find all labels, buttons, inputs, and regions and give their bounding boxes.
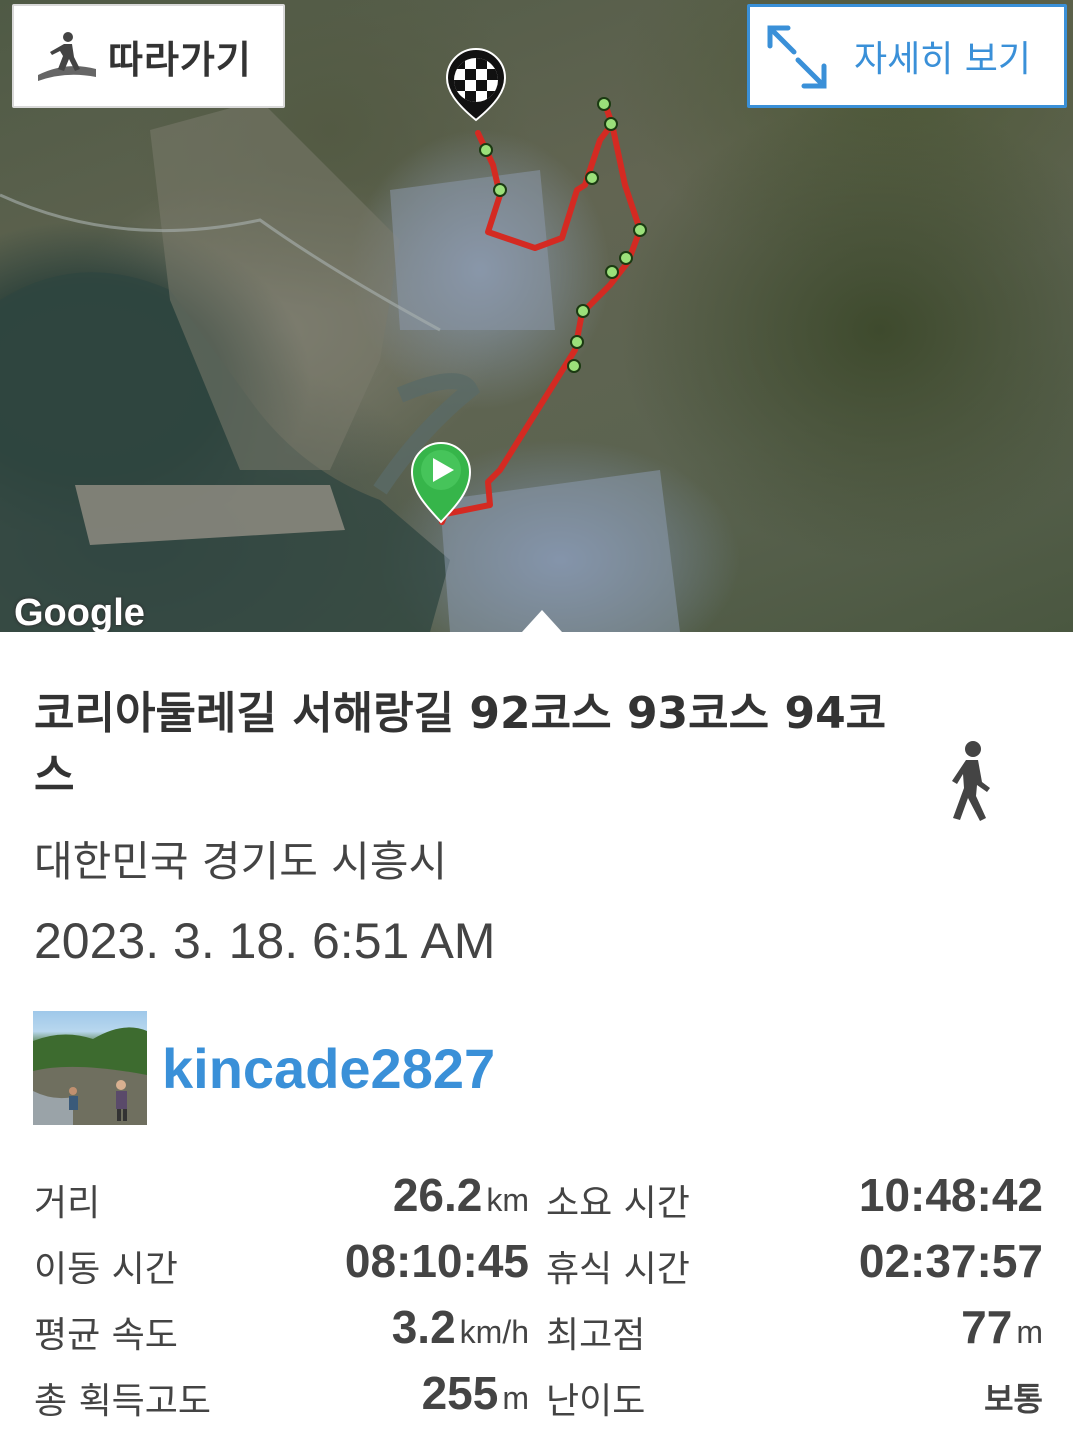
follow-label: 따라가기 [108,37,252,82]
map-pointer-notch [522,610,562,632]
view-details-label: 자세히 보기 [854,39,1032,80]
city-area-north [390,170,555,330]
distance-value-group: 26.2 km [393,1168,529,1222]
rest-time-value-group: 02:37:57 [859,1234,1043,1288]
waypoint-marker[interactable] [570,335,584,349]
avg-speed-label: 평균 속도 [34,1315,178,1356]
view-details-button[interactable]: 자세히 보기 [747,4,1067,108]
follow-button[interactable]: 따라가기 [12,4,285,108]
max-altitude-value-group: 77 m [961,1300,1043,1354]
distance-value: 26.2 [392,1169,483,1221]
difficulty-label: 난이도 [546,1381,646,1422]
waypoint-marker[interactable] [605,265,619,279]
moving-time-label: 이동 시간 [34,1249,178,1290]
trail-datetime: 2023. 3. 18. 6:51 AM [34,913,496,969]
max-altitude-label: 최고점 [546,1315,646,1356]
total-ascent-unit: m [502,1380,529,1416]
max-altitude-unit: m [1016,1314,1043,1350]
waypoint-marker[interactable] [567,359,581,373]
city-area [440,470,680,632]
waypoint-marker[interactable] [576,304,590,318]
stats-table: 거리 26.2 km 소요 시간 10:48:42 이동 시간 08:10:45… [34,1164,1049,1428]
rest-time-label: 휴식 시간 [546,1249,690,1290]
distance-unit: km [486,1182,529,1218]
waypoint-marker[interactable] [604,117,618,131]
avg-speed-value-group: 3.2 km/h [392,1300,529,1354]
finish-flag-icon[interactable] [445,48,507,122]
expand-icon [767,25,827,89]
avatar[interactable] [33,1011,147,1125]
trail-title: 코리아둘레길 서해랑길 92코스 93코스 94코스 [34,688,887,801]
moving-time-value-group: 08:10:45 [345,1234,529,1288]
stat-row: 이동 시간 08:10:45 휴식 시간 02:37:57 [34,1230,1049,1296]
walker-on-path-icon [38,32,96,81]
total-ascent-value: 255 [421,1367,499,1419]
waypoint-marker[interactable] [597,97,611,111]
trail-location: 대한민국 경기도 시흥시 [34,837,448,886]
avg-speed-value: 3.2 [391,1301,456,1353]
stat-row: 평균 속도 3.2 km/h 최고점 77 m [34,1296,1049,1362]
moving-time-value: 08:10:45 [344,1235,529,1287]
waypoint-marker[interactable] [619,251,633,265]
total-ascent-label: 총 획득고도 [34,1381,212,1422]
total-time-value: 10:48:42 [858,1169,1043,1221]
stat-row: 총 획득고도 255 m 난이도 보통 [34,1362,1049,1428]
avg-speed-unit: km/h [459,1314,529,1350]
difficulty-value: 보통 [984,1380,1043,1418]
difficulty-value-group: 보통 [984,1366,1043,1420]
route-map[interactable]: 따라가기 자세히 보기 Google [0,0,1073,632]
stat-row: 거리 26.2 km 소요 시간 10:48:42 [34,1164,1049,1230]
rest-time-value: 02:37:57 [858,1235,1043,1287]
total-time-value-group: 10:48:42 [859,1168,1043,1222]
total-time-label: 소요 시간 [546,1183,690,1224]
waypoint-marker[interactable] [633,223,647,237]
total-ascent-value-group: 255 m [422,1366,529,1420]
max-altitude-value: 77 [961,1301,1013,1353]
avatar-photo [33,1027,147,1125]
waypoint-marker[interactable] [585,171,599,185]
waypoint-marker[interactable] [493,183,507,197]
google-attribution: Google [14,592,145,632]
walking-person-icon [952,741,990,821]
username-link[interactable]: kincade2827 [162,1036,495,1101]
waypoint-marker[interactable] [479,143,493,157]
distance-label: 거리 [34,1183,101,1224]
